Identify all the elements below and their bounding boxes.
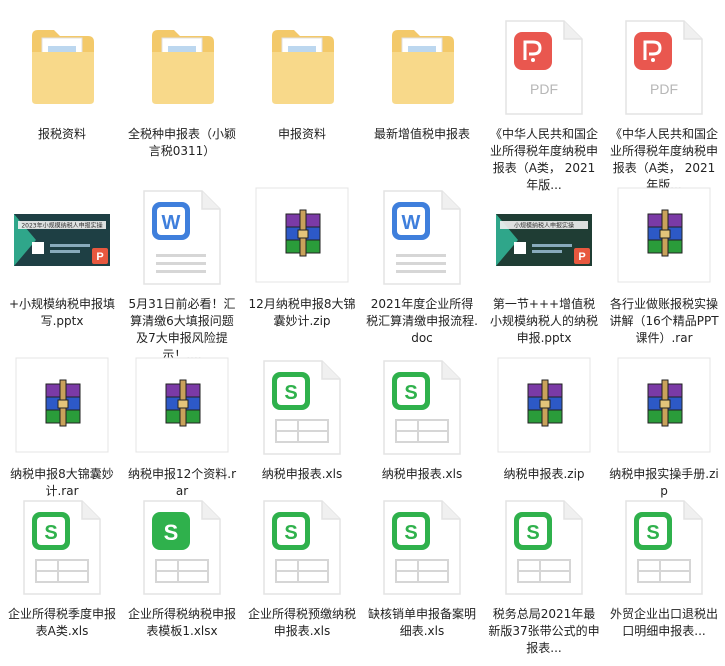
file-name: 纳税申报8大锦囊妙计.rar bbox=[10, 467, 114, 498]
presentation-thumbnail-icon: 2023年小规模纳税人申报实操 P bbox=[2, 186, 122, 286]
svg-text:W: W bbox=[162, 212, 181, 234]
file-item[interactable]: W 2021年度企业所得税汇算清缴申报流程.doc bbox=[362, 186, 482, 356]
file-item[interactable]: 全税种申报表（小颖言税0311） bbox=[122, 16, 242, 186]
file-item[interactable]: S 企业所得税季度申报表A类.xls bbox=[2, 496, 122, 666]
folder-icon bbox=[2, 16, 122, 116]
archive-file-icon bbox=[604, 186, 724, 286]
word-file-icon: W bbox=[362, 186, 482, 286]
spreadsheet-file-icon: S bbox=[2, 496, 122, 596]
svg-text:S: S bbox=[284, 382, 297, 404]
svg-text:S: S bbox=[646, 522, 659, 544]
file-name: 2021年度企业所得税汇算清缴申报流程.doc bbox=[366, 297, 478, 345]
file-name: 纳税申报表.xls bbox=[261, 467, 343, 481]
file-item[interactable]: W 5月31日前必看！汇算清缴6大填报问题及7大申报风险提示！.... bbox=[122, 186, 242, 362]
spreadsheet-file-icon: S bbox=[242, 496, 362, 596]
file-item[interactable]: 报税资料 bbox=[2, 16, 122, 186]
file-name: +小规模纳税申报填写.pptx bbox=[8, 297, 116, 328]
file-name: 全税种申报表（小颖言税0311） bbox=[127, 127, 236, 158]
archive-file-icon bbox=[484, 356, 604, 456]
file-item[interactable]: S 缺核销单申报备案明细表.xls bbox=[362, 496, 482, 666]
spreadsheet-file-icon: S bbox=[122, 496, 242, 596]
folder-icon bbox=[242, 16, 362, 116]
file-item[interactable]: 最新增值税申报表 bbox=[362, 16, 482, 186]
svg-text:PDF: PDF bbox=[530, 81, 558, 97]
file-name: 企业所得税纳税申报表模板1.xlsx bbox=[127, 607, 236, 638]
file-item[interactable]: S 外贸企业出口退税出口明细申报表... bbox=[604, 496, 724, 666]
svg-text:S: S bbox=[404, 522, 417, 544]
file-name: 最新增值税申报表 bbox=[373, 127, 470, 141]
spreadsheet-file-icon: S bbox=[484, 496, 604, 596]
svg-text:PDF: PDF bbox=[650, 81, 678, 97]
svg-text:S: S bbox=[164, 520, 179, 545]
file-name: 纳税申报12个资料.rar bbox=[127, 467, 237, 498]
file-name: 5月31日前必看！汇算清缴6大填报问题及7大申报风险提示！.... bbox=[128, 297, 236, 362]
file-item[interactable]: 申报资料 bbox=[242, 16, 362, 186]
file-item[interactable]: 小规模纳税人申报实操 P 第一节+++增值税小规模纳税人的纳税申报.pptx bbox=[484, 186, 604, 356]
archive-file-icon bbox=[122, 356, 242, 456]
svg-text:S: S bbox=[284, 522, 297, 544]
svg-text:W: W bbox=[402, 212, 421, 234]
file-name: 外贸企业出口退税出口明细申报表... bbox=[609, 607, 718, 638]
archive-file-icon bbox=[242, 186, 362, 286]
file-name: 税务总局2021年最新版37张带公式的申报表... bbox=[488, 607, 600, 655]
file-name: 缺核销单申报备案明细表.xls bbox=[367, 607, 476, 638]
svg-text:S: S bbox=[404, 382, 417, 404]
svg-text:P: P bbox=[96, 251, 103, 263]
file-item[interactable]: S 税务总局2021年最新版37张带公式的申报表... bbox=[484, 496, 604, 666]
spreadsheet-file-icon: S bbox=[604, 496, 724, 596]
archive-file-icon bbox=[604, 356, 724, 456]
file-name: 12月纳税申报8大锦囊妙计.zip bbox=[248, 297, 356, 328]
file-name: 《中华人民共和国企业所得税年度纳税申报表（A类， 2021年版... bbox=[489, 127, 598, 192]
file-item[interactable]: 12月纳税申报8大锦囊妙计.zip bbox=[242, 186, 362, 356]
file-name: 第一节+++增值税小规模纳税人的纳税申报.pptx bbox=[489, 297, 598, 345]
spreadsheet-file-icon: S bbox=[362, 496, 482, 596]
archive-file-icon bbox=[2, 356, 122, 456]
pdf-file-icon: PDF bbox=[604, 16, 724, 116]
file-name: 申报资料 bbox=[277, 127, 326, 141]
file-name: 报税资料 bbox=[37, 127, 86, 141]
file-name: 纳税申报表.zip bbox=[503, 467, 585, 481]
pdf-file-icon: PDF bbox=[484, 16, 604, 116]
svg-text:S: S bbox=[526, 522, 539, 544]
file-name: 纳税申报实操手册.zip bbox=[609, 467, 719, 498]
file-name: 企业所得税预缴纳税申报表.xls bbox=[247, 607, 356, 638]
svg-text:小规模纳税人申报实操: 小规模纳税人申报实操 bbox=[514, 222, 574, 230]
file-grid: 报税资料 全税种申报表（小颖言税0311） 申报资料 最新增值税申报表 PDF 《… bbox=[0, 0, 725, 655]
file-name: 企业所得税季度申报表A类.xls bbox=[7, 607, 116, 638]
word-file-icon: W bbox=[122, 186, 242, 286]
spreadsheet-file-icon: S bbox=[242, 356, 362, 456]
file-item[interactable]: PDF 《中华人民共和国企业所得税年度纳税申报表（A类， 2021年版... bbox=[604, 16, 724, 192]
file-item[interactable]: PDF 《中华人民共和国企业所得税年度纳税申报表（A类， 2021年版... bbox=[484, 16, 604, 192]
svg-text:S: S bbox=[44, 522, 57, 544]
file-item[interactable]: 2023年小规模纳税人申报实操 P +小规模纳税申报填写.pptx bbox=[2, 186, 122, 356]
spreadsheet-file-icon: S bbox=[362, 356, 482, 456]
svg-text:P: P bbox=[578, 251, 585, 263]
folder-icon bbox=[122, 16, 242, 116]
file-item[interactable]: 各行业做账报税实操讲解（16个精品PPT课件）.rar bbox=[604, 186, 724, 356]
file-name: 《中华人民共和国企业所得税年度纳税申报表（A类， 2021年版... bbox=[609, 127, 718, 192]
file-item[interactable]: S 企业所得税纳税申报表模板1.xlsx bbox=[122, 496, 242, 666]
file-name: 各行业做账报税实操讲解（16个精品PPT课件）.rar bbox=[609, 297, 719, 345]
folder-icon bbox=[362, 16, 482, 116]
file-name: 纳税申报表.xls bbox=[381, 467, 463, 481]
presentation-thumbnail-icon: 小规模纳税人申报实操 P bbox=[484, 186, 604, 286]
file-item[interactable]: S 企业所得税预缴纳税申报表.xls bbox=[242, 496, 362, 666]
svg-text:2023年小规模纳税人申报实操: 2023年小规模纳税人申报实操 bbox=[21, 222, 102, 230]
